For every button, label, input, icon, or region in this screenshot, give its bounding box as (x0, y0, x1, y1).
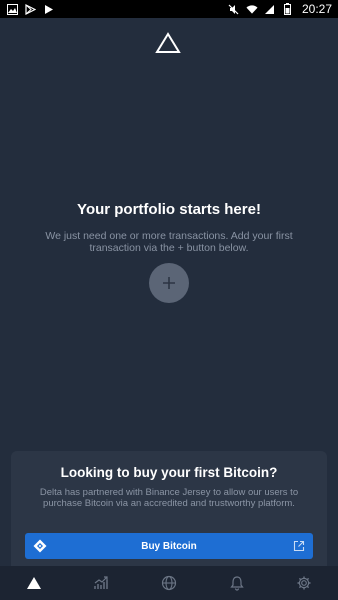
binance-icon (33, 539, 47, 553)
empty-state: Your portfolio starts here! We just need… (0, 201, 338, 254)
play-store-icon (24, 3, 36, 15)
play-icon (42, 3, 54, 15)
status-bar-left (6, 3, 54, 15)
bell-icon (229, 576, 244, 591)
battery-icon (282, 3, 294, 15)
mute-icon (228, 3, 240, 15)
status-bar: 20:27 (0, 0, 338, 18)
status-time: 20:27 (301, 2, 332, 16)
nav-item-portfolio[interactable] (14, 566, 54, 600)
nav-item-markets[interactable] (81, 566, 121, 600)
buy-bitcoin-card: Looking to buy your first Bitcoin? Delta… (11, 451, 327, 575)
empty-state-title: Your portfolio starts here! (77, 201, 261, 218)
nav-item-alerts[interactable] (217, 566, 257, 600)
delta-icon (26, 577, 41, 589)
external-link-icon (293, 540, 305, 552)
buy-card-description: Delta has partnered with Binance Jersey … (39, 487, 299, 509)
add-transaction-button[interactable] (149, 263, 189, 303)
buy-card-title: Looking to buy your first Bitcoin? (60, 465, 278, 480)
buy-bitcoin-button[interactable]: Buy Bitcoin (25, 533, 313, 559)
chart-icon (94, 576, 109, 589)
signal-icon (264, 3, 276, 15)
nav-item-news[interactable] (149, 566, 189, 600)
gear-icon (297, 576, 311, 590)
plus-icon (163, 277, 175, 289)
image-icon (6, 3, 18, 15)
nav-item-settings[interactable] (284, 566, 324, 600)
bottom-nav (0, 566, 338, 600)
portfolio-screen: Your portfolio starts here! We just need… (0, 18, 338, 575)
buy-bitcoin-label: Buy Bitcoin (141, 540, 197, 552)
empty-state-description: We just need one or more transactions. A… (45, 230, 293, 254)
status-bar-right: 20:27 (228, 2, 332, 16)
globe-icon (161, 575, 177, 591)
wifi-icon (246, 3, 258, 15)
delta-logo-icon (155, 32, 181, 53)
